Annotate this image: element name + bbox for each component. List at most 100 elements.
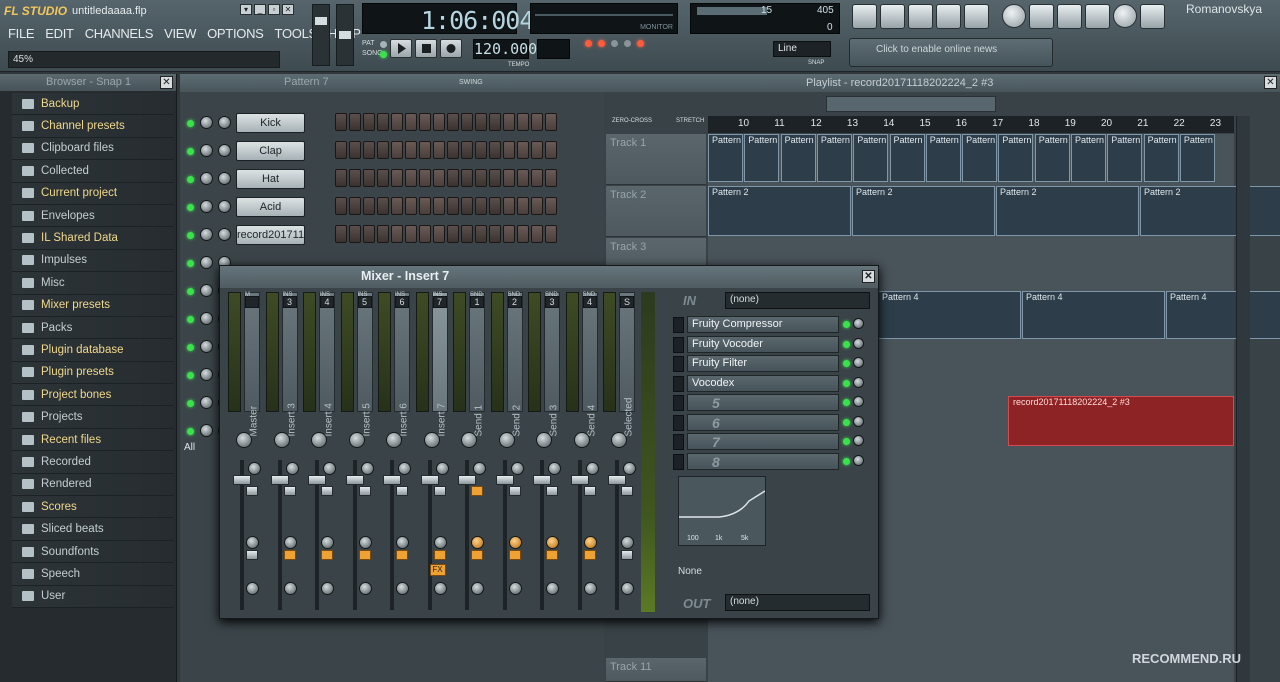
browser-icon[interactable] <box>936 4 961 29</box>
channel-mute-led[interactable] <box>187 260 194 267</box>
strip-number[interactable]: 2 <box>507 296 522 308</box>
step-button[interactable] <box>349 113 361 131</box>
strip-pan-knob[interactable] <box>348 432 365 448</box>
browser-item[interactable]: Sliced beats <box>12 518 174 541</box>
fx-slot-name[interactable]: 7 <box>687 433 839 450</box>
eq-graph[interactable]: 100 1k 5k <box>678 476 766 546</box>
strip-volume-fader[interactable] <box>270 475 289 485</box>
channel-mute-led[interactable] <box>187 428 194 435</box>
step-sequencer-icon[interactable] <box>880 4 905 29</box>
channel-pan-knob[interactable] <box>218 228 231 241</box>
step-button[interactable] <box>377 225 389 243</box>
strip-record-icon[interactable] <box>621 582 634 595</box>
mixer-strip[interactable]: Send 2 SND 2 <box>489 290 525 614</box>
strip-route-button[interactable] <box>283 550 296 560</box>
browser-item[interactable]: Plugin database <box>12 339 174 362</box>
fx-slot-menu-icon[interactable] <box>673 434 684 450</box>
master-pitch-slider[interactable] <box>336 4 354 66</box>
strip-swap-button[interactable] <box>358 486 371 496</box>
step-button[interactable] <box>545 169 557 187</box>
strip-route-button[interactable] <box>358 550 371 560</box>
strip-send-knob[interactable] <box>321 536 334 549</box>
fx-slot-menu-icon[interactable] <box>673 414 684 431</box>
strip-swap-button[interactable] <box>246 486 258 496</box>
mixer-close-icon[interactable]: ✕ <box>862 270 875 283</box>
strip-route-button[interactable] <box>246 550 258 560</box>
menu-tools[interactable]: TOOLS <box>275 26 318 44</box>
pattern-clip[interactable]: Pattern <box>708 134 743 182</box>
help-icon[interactable] <box>1140 4 1165 29</box>
strip-pan-knob[interactable] <box>573 432 590 448</box>
channel-button[interactable]: Clap <box>236 141 305 161</box>
step-button[interactable] <box>391 169 403 187</box>
strip-number[interactable]: 7 <box>432 296 447 308</box>
playlist-scrollbar[interactable] <box>826 96 996 112</box>
cut-tools-icon[interactable] <box>1085 4 1110 29</box>
strip-pan-knob[interactable] <box>423 432 440 448</box>
pattern-clip[interactable]: Pattern 4 <box>1166 291 1280 339</box>
menu-edit[interactable]: EDIT <box>45 26 74 44</box>
output-select[interactable]: (none) <box>725 594 870 611</box>
step-button[interactable] <box>405 169 417 187</box>
strip-send-knob[interactable] <box>246 536 259 549</box>
step-button[interactable] <box>517 197 529 215</box>
song-position-display[interactable]: 1:06:004 <box>362 3 534 35</box>
strip-pan-knob[interactable] <box>386 432 402 448</box>
step-edit-led[interactable] <box>624 40 631 47</box>
fx-slot-name[interactable]: 8 <box>687 452 839 470</box>
fx-slot-enable-led[interactable] <box>843 321 850 328</box>
step-button[interactable] <box>391 197 403 215</box>
fx-slot-mix-knob[interactable] <box>853 435 864 446</box>
channel-button[interactable]: Hat <box>236 169 305 189</box>
step-button[interactable] <box>335 197 347 215</box>
save-icon[interactable] <box>1029 4 1054 29</box>
mixer-icon[interactable] <box>964 4 989 29</box>
playlist-vertical-scrollbar[interactable] <box>1236 116 1250 682</box>
browser-item[interactable]: User <box>12 585 174 608</box>
step-button[interactable] <box>419 225 431 243</box>
channel-mute-led[interactable] <box>187 344 194 351</box>
step-button[interactable] <box>461 169 473 187</box>
play-button[interactable] <box>390 39 412 58</box>
playlist-close-icon[interactable]: ✕ <box>1264 76 1277 89</box>
wait-record-led[interactable] <box>598 40 605 47</box>
step-button[interactable] <box>335 169 347 187</box>
channel-mute-led[interactable] <box>187 232 194 239</box>
loop-record-led[interactable] <box>637 40 644 47</box>
channel-mute-led[interactable] <box>187 400 194 407</box>
strip-stereo-knob[interactable] <box>248 462 261 475</box>
channel-filter-all[interactable]: All <box>184 442 195 453</box>
step-button[interactable] <box>405 113 417 131</box>
channel-volume-knob[interactable] <box>200 312 213 325</box>
strip-stereo-knob[interactable] <box>548 462 561 475</box>
fx-slot-name[interactable]: Fruity Filter <box>687 355 839 372</box>
strip-route-button[interactable] <box>508 550 521 560</box>
strip-stereo-knob[interactable] <box>285 462 299 475</box>
pattern-clip[interactable]: Pattern <box>816 134 852 182</box>
channel-mute-led[interactable] <box>187 316 194 323</box>
step-button[interactable] <box>363 113 375 131</box>
step-button[interactable] <box>419 113 431 131</box>
strip-volume-fader[interactable] <box>383 475 401 485</box>
step-button[interactable] <box>405 225 417 243</box>
pattern-clip[interactable]: Pattern <box>1179 134 1215 182</box>
mixer-strip[interactable]: Master M <box>226 290 262 614</box>
zero-cross-toggle[interactable]: ZERO-CROSS <box>612 118 652 124</box>
step-button[interactable] <box>433 169 445 187</box>
track-label-1[interactable]: Track 1 <box>606 134 706 185</box>
step-button[interactable] <box>363 169 375 187</box>
browser-close-icon[interactable]: ✕ <box>160 76 173 89</box>
step-button[interactable] <box>489 225 501 243</box>
channel-pan-knob[interactable] <box>218 116 231 129</box>
strip-send-knob[interactable] <box>546 536 559 549</box>
step-button[interactable] <box>517 141 529 159</box>
step-button[interactable] <box>461 197 473 215</box>
strip-volume-fader[interactable] <box>420 475 439 485</box>
mixer-title-bar[interactable]: Mixer - Insert 7 ✕ <box>220 266 878 288</box>
step-button[interactable] <box>377 141 389 159</box>
pattern-clip[interactable]: Pattern <box>889 134 925 182</box>
strip-record-icon[interactable] <box>471 582 484 595</box>
browser-item[interactable]: Packs <box>12 316 174 340</box>
menu-options[interactable]: OPTIONS <box>207 26 264 44</box>
step-button[interactable] <box>447 113 459 131</box>
